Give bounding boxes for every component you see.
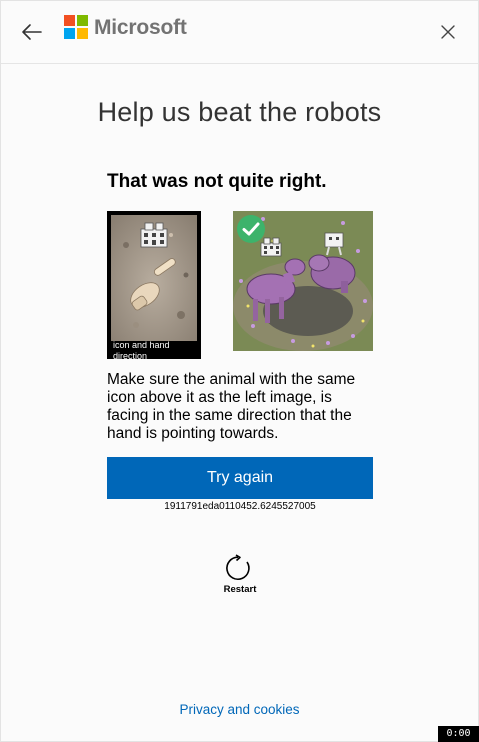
microsoft-logo-icon (64, 15, 88, 39)
privacy-cookies-link[interactable]: Privacy and cookies (1, 702, 478, 717)
close-icon (441, 25, 455, 39)
page-title: Help us beat the robots (97, 97, 382, 127)
close-button[interactable] (438, 22, 458, 42)
try-again-button[interactable]: Try again (107, 457, 373, 499)
challenge-instructions: Make sure the animal with the same icon … (107, 371, 356, 442)
timer-badge: 0:00 (438, 726, 479, 742)
top-bar: Microsoft (1, 1, 478, 64)
back-button[interactable] (19, 20, 45, 44)
reference-image-frame: icon and hand direction (107, 211, 201, 361)
brand-name: Microsoft (94, 16, 187, 39)
reference-image (111, 215, 197, 341)
restart-button[interactable]: Restart (216, 554, 264, 598)
auth-window: Microsoft Help us beat the robots That w… (0, 0, 479, 742)
challenge-status-title: That was not quite right. (107, 171, 327, 192)
reference-caption: icon and hand direction (113, 340, 170, 361)
checkmark-icon (242, 222, 260, 236)
refresh-icon (226, 554, 250, 580)
answer-image[interactable] (233, 211, 373, 351)
session-id: 1911791eda0110452.6245527005 (164, 501, 316, 512)
arrow-left-icon (22, 24, 42, 40)
selected-check-badge (237, 215, 265, 243)
restart-label: Restart (223, 584, 257, 595)
